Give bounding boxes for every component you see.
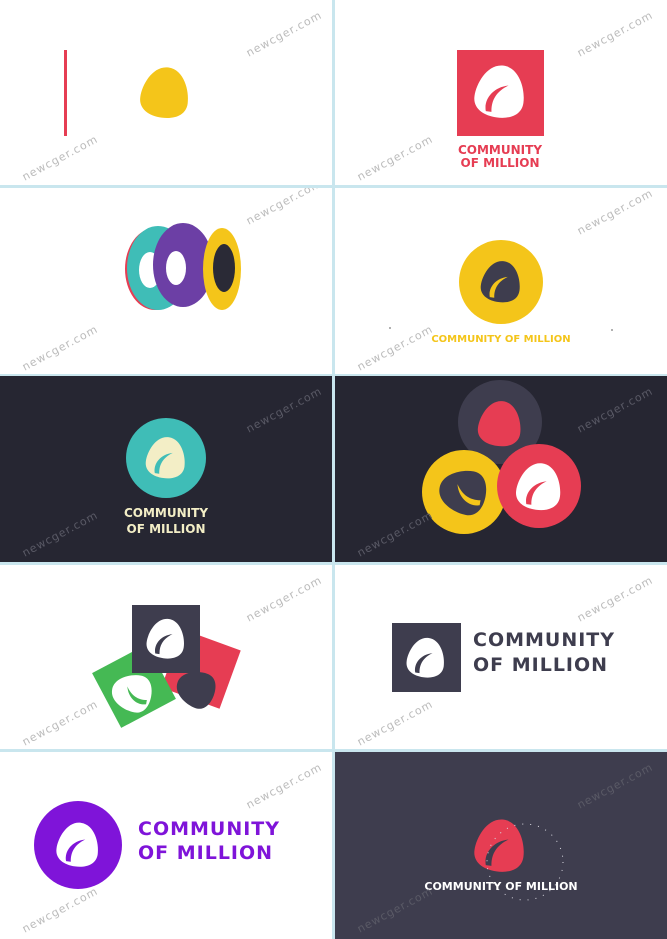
spark-dot	[611, 329, 613, 331]
panel-7: newcger.com newcger.com	[0, 565, 332, 749]
panel-5: COMMUNITY OF MILLION newcger.com newcger…	[0, 376, 332, 562]
brand-text: COMMUNITY OF MILLION	[431, 334, 571, 345]
brand-line-1: COMMUNITY	[123, 506, 209, 520]
red-egg-icon	[474, 819, 524, 872]
spark-dot	[389, 327, 391, 329]
panel-1: newcger.com newcger.com	[0, 0, 332, 185]
brand-line-1: COMMUNITY	[473, 629, 616, 651]
panel-6: newcger.com newcger.com	[335, 376, 667, 562]
brand-line-2: OF MILLION	[473, 654, 609, 676]
panel-10: COMMUNITY OF MILLION newcger.com newcger…	[335, 752, 667, 939]
brand-line-2: OF MILLION	[138, 842, 274, 864]
red-line	[64, 50, 67, 136]
brand-line-1: COMMUNITY	[138, 818, 281, 840]
panel-4: COMMUNITY OF MILLION newcger.com newcger…	[335, 188, 667, 374]
panel-2: COMMUNITY OF MILLION newcger.com newcger…	[335, 0, 667, 185]
brand-line-1: COMMUNITY	[457, 143, 543, 157]
yellow-egg-icon	[140, 67, 188, 118]
red-circle	[497, 444, 581, 528]
brand-line-2: OF MILLION	[126, 522, 206, 536]
panel-3: newcger.com newcger.com	[0, 188, 332, 374]
panel-9: COMMUNITY OF MILLION newcger.com newcger…	[0, 752, 332, 939]
purple-ring-inner	[166, 251, 186, 285]
panel-8: COMMUNITY OF MILLION newcger.com newcger…	[335, 565, 667, 749]
brand-line-2: OF MILLION	[460, 156, 540, 170]
yellow-ring-inner	[213, 244, 235, 292]
